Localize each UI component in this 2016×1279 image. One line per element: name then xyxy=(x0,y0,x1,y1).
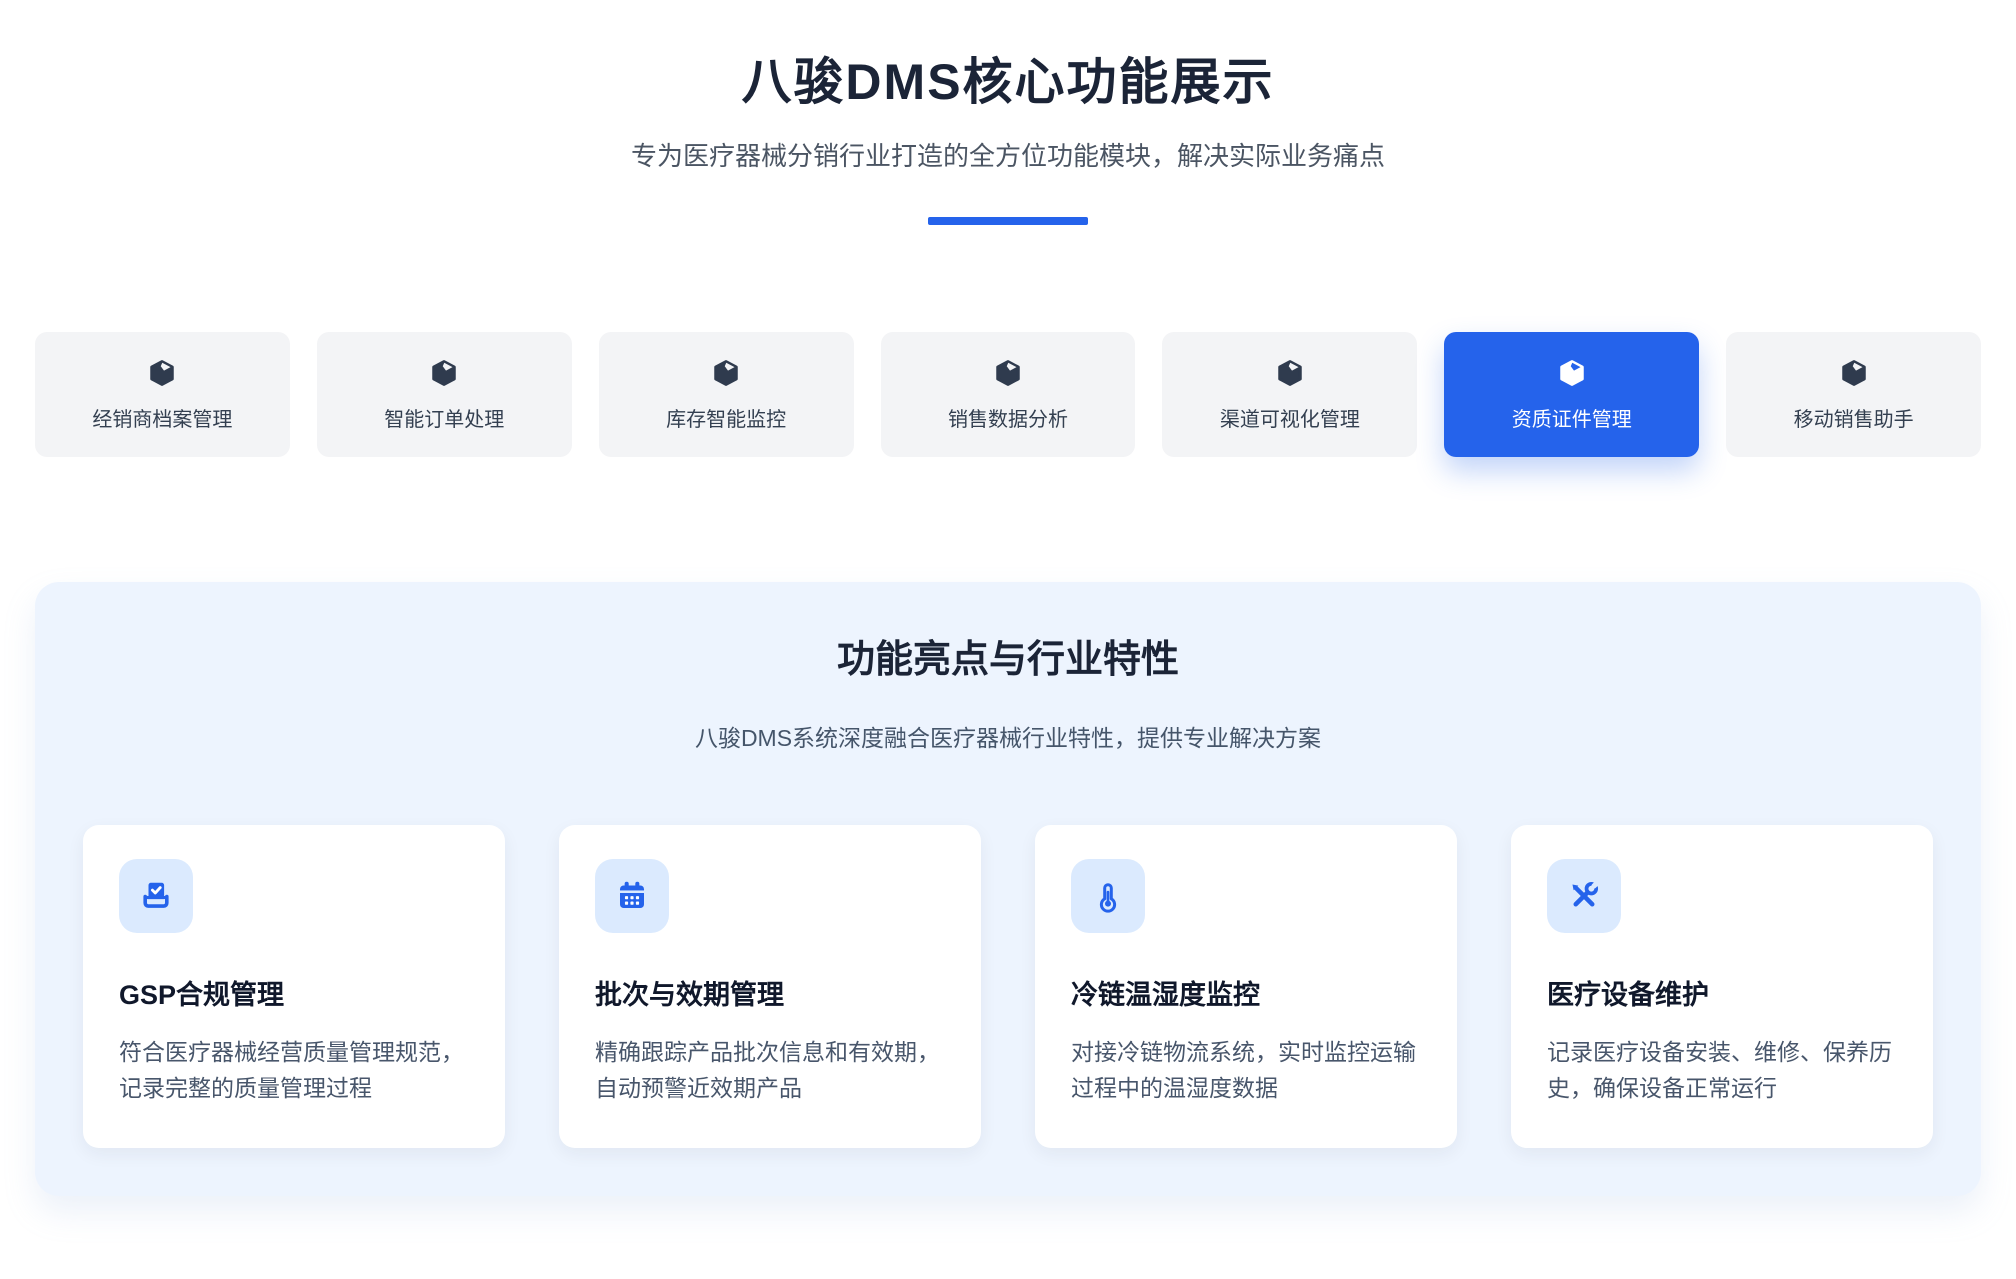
card-icon-box xyxy=(1547,859,1621,933)
card-description: 精确跟踪产品批次信息和有效期，自动预警近效期产品 xyxy=(595,1034,945,1106)
thermometer-icon xyxy=(1090,878,1126,914)
cube-icon xyxy=(993,358,1023,388)
page-subtitle: 专为医疗器械分销行业打造的全方位功能模块，解决实际业务痛点 xyxy=(35,136,1981,173)
tab-mobile-sales[interactable]: 移动销售助手 xyxy=(1726,332,1981,457)
features-section: 八骏DMS核心功能展示 专为医疗器械分销行业打造的全方位功能模块，解决实际业务痛… xyxy=(35,42,1981,1196)
tab-label: 经销商档案管理 xyxy=(92,403,232,432)
tab-channel-visibility[interactable]: 渠道可视化管理 xyxy=(1162,332,1417,457)
tab-label: 销售数据分析 xyxy=(948,403,1068,432)
tab-label: 智能订单处理 xyxy=(384,403,504,432)
cube-icon xyxy=(147,358,177,388)
cube-icon xyxy=(1839,358,1869,388)
card-gsp-compliance: GSP合规管理 符合医疗器械经营质量管理规范，记录完整的质量管理过程 xyxy=(83,825,505,1148)
tab-certificates-active[interactable]: 资质证件管理 xyxy=(1444,332,1699,457)
tab-label: 移动销售助手 xyxy=(1794,403,1914,432)
card-icon-box xyxy=(119,859,193,933)
card-description: 对接冷链物流系统，实时监控运输过程中的温湿度数据 xyxy=(1071,1034,1421,1106)
highlight-cards: GSP合规管理 符合医疗器械经营质量管理规范，记录完整的质量管理过程 xyxy=(83,825,1933,1148)
page-title: 八骏DMS核心功能展示 xyxy=(35,42,1981,114)
card-description: 记录医疗设备安装、维修、保养历史，确保设备正常运行 xyxy=(1547,1034,1897,1106)
check-to-slot-icon xyxy=(138,878,174,914)
card-description: 符合医疗器械经营质量管理规范，记录完整的质量管理过程 xyxy=(119,1034,469,1106)
cube-icon xyxy=(429,358,459,388)
card-icon-box xyxy=(1071,859,1145,933)
card-device-maintenance: 医疗设备维护 记录医疗设备安装、维修、保养历史，确保设备正常运行 xyxy=(1511,825,1933,1148)
tab-inventory-monitor[interactable]: 库存智能监控 xyxy=(599,332,854,457)
cube-icon xyxy=(1557,358,1587,388)
calendar-icon xyxy=(614,878,650,914)
tab-sales-analytics[interactable]: 销售数据分析 xyxy=(881,332,1136,457)
card-batch-expiry: 批次与效期管理 精确跟踪产品批次信息和有效期，自动预警近效期产品 xyxy=(559,825,981,1148)
cube-icon xyxy=(1275,358,1305,388)
tab-label: 资质证件管理 xyxy=(1512,403,1632,432)
tab-label: 库存智能监控 xyxy=(666,403,786,432)
tab-smart-orders[interactable]: 智能订单处理 xyxy=(317,332,572,457)
card-title: 医疗设备维护 xyxy=(1547,973,1897,1012)
panel-title: 功能亮点与行业特性 xyxy=(83,628,1933,683)
screwdriver-wrench-icon xyxy=(1566,878,1602,914)
tab-dealer-profile[interactable]: 经销商档案管理 xyxy=(35,332,290,457)
feature-tabs: 经销商档案管理 智能订单处理 库存智能监控 销售数据分析 xyxy=(35,332,1981,457)
tab-label: 渠道可视化管理 xyxy=(1220,403,1360,432)
cube-icon xyxy=(711,358,741,388)
card-icon-box xyxy=(595,859,669,933)
card-cold-chain: 冷链温湿度监控 对接冷链物流系统，实时监控运输过程中的温湿度数据 xyxy=(1035,825,1457,1148)
title-underline xyxy=(928,217,1088,225)
panel-subtitle: 八骏DMS系统深度融合医疗器械行业特性，提供专业解决方案 xyxy=(83,719,1933,753)
card-title: GSP合规管理 xyxy=(119,973,469,1012)
card-title: 冷链温湿度监控 xyxy=(1071,973,1421,1012)
highlights-panel: 功能亮点与行业特性 八骏DMS系统深度融合医疗器械行业特性，提供专业解决方案 G… xyxy=(35,582,1981,1196)
card-title: 批次与效期管理 xyxy=(595,973,945,1012)
